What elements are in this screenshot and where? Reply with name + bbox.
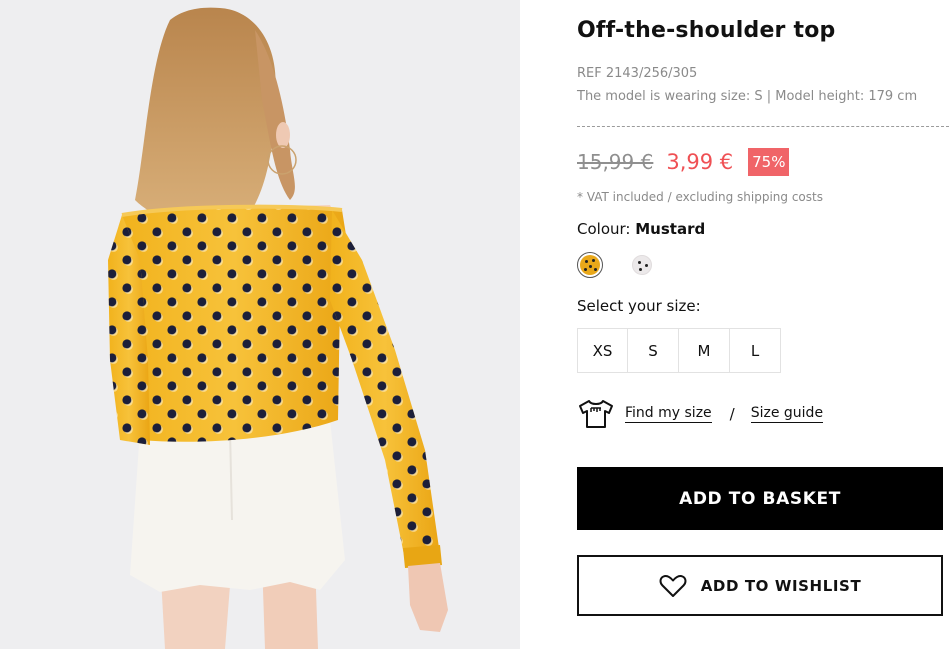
link-separator: / [729,405,735,423]
size-guide-link[interactable]: Size guide [750,405,824,423]
size-option-s[interactable]: S [628,328,679,373]
size-help-row: Find my size / Size guide [577,398,824,430]
find-my-size-link[interactable]: Find my size [625,405,712,423]
product-photo-illustration [0,0,520,649]
colour-row: Colour: Mustard [577,220,705,238]
tshirt-icon [579,400,613,428]
price-row: 15,99 € 3,99 € 75% [577,146,790,178]
add-to-wishlist-button[interactable]: ADD TO WISHLIST [577,555,943,616]
sale-price: 3,99 € [666,150,734,174]
size-select-label: Select your size: [577,297,701,315]
colour-value: Mustard [635,220,706,238]
product-title: Off-the-shoulder top [577,18,836,43]
swatch-grey[interactable] [629,252,655,278]
divider [577,126,949,127]
swatch-mustard-fill [580,255,600,275]
size-option-m[interactable]: M [679,328,730,373]
size-option-xs[interactable]: XS [577,328,628,373]
heart-icon [659,574,687,597]
vat-note: * VAT included / excluding shipping cost… [577,190,823,204]
size-selector: XS S M L [577,328,781,373]
size-option-l[interactable]: L [730,328,781,373]
add-to-basket-button[interactable]: ADD TO BASKET [577,467,943,530]
product-info-panel: Off-the-shoulder top REF 2143/256/305 Th… [577,0,949,649]
model-info: The model is wearing size: S | Model hei… [577,89,918,104]
swatch-mustard[interactable] [577,252,603,278]
product-ref: REF 2143/256/305 [577,66,698,81]
old-price: 15,99 € [577,150,654,174]
add-to-wishlist-label: ADD TO WISHLIST [700,576,862,595]
colour-label: Colour: [577,220,631,238]
swatch-grey-fill [632,255,652,275]
discount-badge: 75% [748,148,790,176]
product-image[interactable] [0,0,520,649]
